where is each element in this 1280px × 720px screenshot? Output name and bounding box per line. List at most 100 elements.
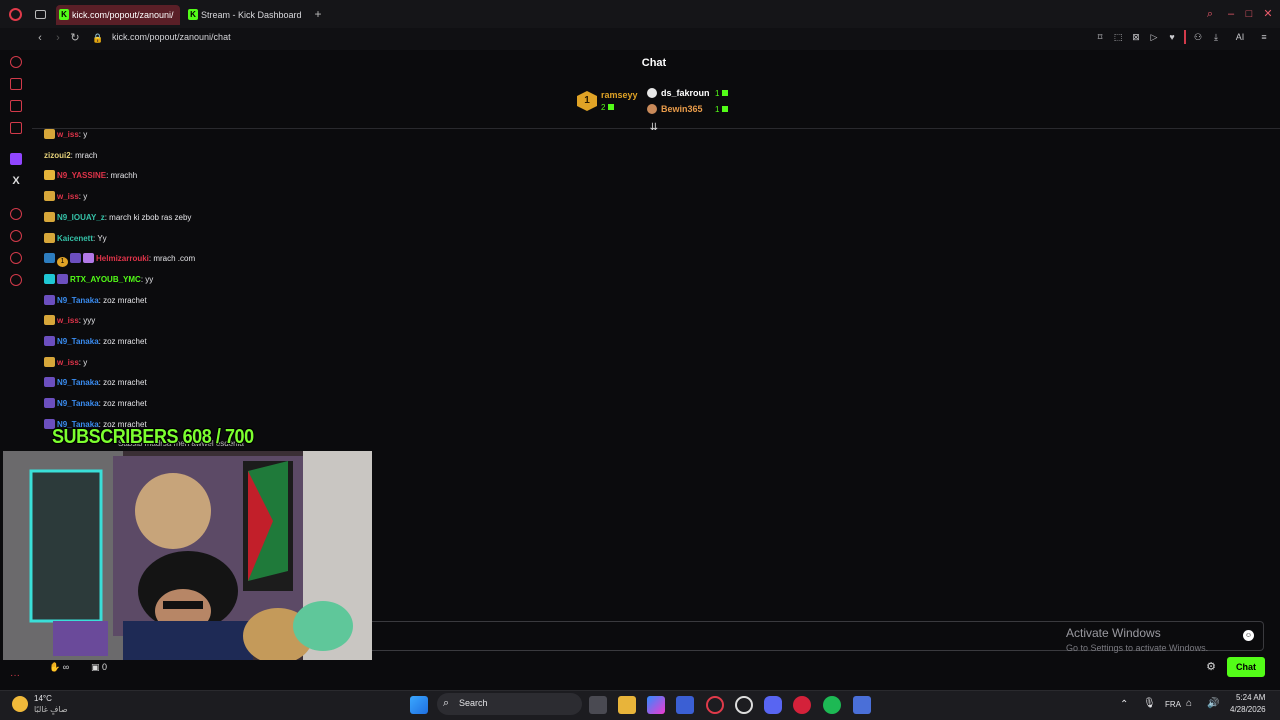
heart-icon[interactable]: ♥ [1166, 31, 1178, 43]
speaker-icon[interactable]: 🔊 [1207, 698, 1219, 709]
forward-button[interactable]: › [51, 31, 65, 45]
minimize-button[interactable]: – [1225, 8, 1237, 20]
battery-icon[interactable]: ⌂ [1186, 698, 1192, 709]
chat-message-text: : march ki zbob ras zeby [104, 212, 192, 222]
chat-message: N9_Tanaka: zoz mrachet [44, 376, 147, 390]
chat-message: Kaicenett: Yy [44, 232, 107, 246]
chat-message-text: : zoz mrachet [98, 295, 147, 305]
back-button[interactable]: ‹ [33, 31, 47, 45]
player-sidebar-icon[interactable] [10, 208, 22, 220]
x-icon[interactable]: X [10, 175, 22, 187]
chat-username[interactable]: N9_Tanaka [57, 337, 99, 346]
chat-username[interactable]: w_iss [57, 316, 79, 325]
opera-taskbar-icon[interactable] [706, 696, 724, 714]
microphone-icon[interactable]: 🎙 [1143, 698, 1156, 709]
chat-username[interactable]: N9_Tanaka [57, 399, 99, 408]
gaming-app-icon[interactable] [853, 696, 871, 714]
viewer-stat[interactable]: ✋ ∞ [49, 661, 69, 673]
ai-label: AI [1235, 32, 1245, 42]
chat-username[interactable]: w_iss [57, 358, 79, 367]
tab-kick-popout[interactable]: K kick.com/popout/zanouni/ [56, 5, 180, 25]
chat-message-text: : mrachh [106, 171, 138, 181]
player-icon[interactable]: ▷ [1148, 31, 1160, 43]
chat-username[interactable]: N9_IOUAY_z [57, 213, 105, 222]
top-gifter-count: 2 [601, 103, 615, 112]
gifter-name[interactable]: Bewin365 [661, 104, 703, 114]
sidebar-more-icon[interactable]: ··· [10, 670, 20, 681]
scroll-to-bottom-icon[interactable]: ⇊ [648, 122, 660, 134]
download-icon[interactable]: ⤓ [1210, 31, 1222, 43]
tab-label: kick.com/popout/zanouni/ [72, 10, 174, 20]
chat-message-text: : y [78, 357, 88, 367]
close-window-button[interactable]: ✕ [1262, 8, 1274, 20]
chat-username[interactable]: Helmizarrouki [96, 254, 149, 263]
clock-time[interactable]: 5:24 AM [1236, 693, 1265, 702]
ai-button[interactable]: AI [1230, 31, 1250, 43]
chat-message: 1 Helmizarrouki: mrach .com [44, 252, 195, 268]
chat-username[interactable]: RTX_AYOUB_YMC [70, 275, 141, 284]
aria-icon[interactable] [10, 56, 22, 68]
twitch-icon[interactable] [10, 153, 22, 165]
adblock-icon[interactable]: ⊠ [1130, 31, 1142, 43]
instagram-icon[interactable] [10, 122, 22, 134]
reload-icon[interactable]: ↻ [68, 31, 82, 45]
blue-badge-icon [44, 253, 55, 264]
cyan-badge-icon [44, 273, 55, 284]
chat-username[interactable]: N9_YASSINE [57, 171, 106, 180]
opera-red-icon[interactable] [793, 696, 811, 714]
search-tabs-icon[interactable]: ⌕ [1204, 8, 1216, 20]
opera-logo-icon[interactable] [9, 8, 22, 21]
chat-username[interactable]: Kaicenett [57, 234, 93, 243]
chat-message: N9_YASSINE: mrachh [44, 169, 137, 183]
copilot-icon[interactable] [647, 696, 665, 714]
account-icon[interactable]: ⚇ [1192, 31, 1204, 43]
menu-icon[interactable]: ≡ [1258, 31, 1270, 43]
chat-username[interactable]: N9_Tanaka [57, 378, 99, 387]
clock-date[interactable]: 4/28/2026 [1230, 705, 1266, 714]
discord-icon[interactable] [764, 696, 782, 714]
bookmark-icon[interactable]: ⌑ [1094, 31, 1106, 43]
points-stat[interactable]: ▣ 0 [91, 661, 107, 673]
extensions-icon[interactable] [10, 252, 22, 264]
shopping-icon[interactable] [10, 78, 22, 90]
weather-desc: صافٍ غالبًا [34, 705, 68, 714]
gift-icon: ▣ [91, 662, 100, 672]
emoji-icon[interactable]: ☺ [1243, 630, 1254, 641]
url-field[interactable]: kick.com/popout/zanouni/chat [112, 31, 231, 43]
maximize-button[interactable]: □ [1243, 8, 1255, 20]
chat-message: w_iss: y [44, 128, 87, 142]
chat-username[interactable]: N9_Tanaka [57, 296, 99, 305]
purple-badge-icon [70, 253, 81, 264]
task-view-icon[interactable] [589, 696, 607, 714]
chat-username[interactable]: zizoui2 [44, 151, 71, 160]
new-tab-button[interactable]: + [312, 8, 324, 20]
spotify-icon[interactable] [823, 696, 841, 714]
file-explorer-icon[interactable] [618, 696, 636, 714]
weather-icon[interactable] [12, 696, 28, 712]
webcam-video[interactable] [3, 451, 372, 660]
gifter-badge-icon [647, 88, 657, 98]
tray-chevron-icon[interactable]: ⌃ [1120, 699, 1128, 710]
opera-gx-icon[interactable] [735, 696, 753, 714]
tab-kick-dashboard[interactable]: K Stream - Kick Dashboard [185, 5, 310, 25]
history-icon[interactable] [10, 230, 22, 242]
gold-badge-icon [44, 315, 55, 326]
gifter-name[interactable]: ds_fakroun [661, 88, 710, 98]
chat-title: Chat [641, 57, 667, 69]
purple-badge-icon [44, 398, 55, 409]
settings-icon[interactable] [10, 274, 22, 286]
chat-settings-icon[interactable]: ⚙ [1205, 661, 1217, 673]
messenger-icon[interactable] [10, 100, 22, 112]
chat-message-text: : y [78, 130, 88, 139]
chat-username[interactable]: w_iss [57, 130, 79, 139]
windows-start-icon[interactable] [410, 696, 428, 714]
snapshot-icon[interactable]: ⬚ [1112, 31, 1124, 43]
top-gifter-name[interactable]: ramseyy [601, 90, 638, 100]
weather-temp[interactable]: 14°C [34, 694, 52, 703]
chat-send-button[interactable]: Chat [1227, 657, 1265, 677]
tab-manager-icon[interactable] [35, 10, 46, 19]
chat-username[interactable]: w_iss [57, 192, 79, 201]
chat-message-text: : zoz mrachet [98, 378, 147, 388]
language-indicator[interactable]: FRA [1165, 700, 1181, 709]
store-icon[interactable] [676, 696, 694, 714]
